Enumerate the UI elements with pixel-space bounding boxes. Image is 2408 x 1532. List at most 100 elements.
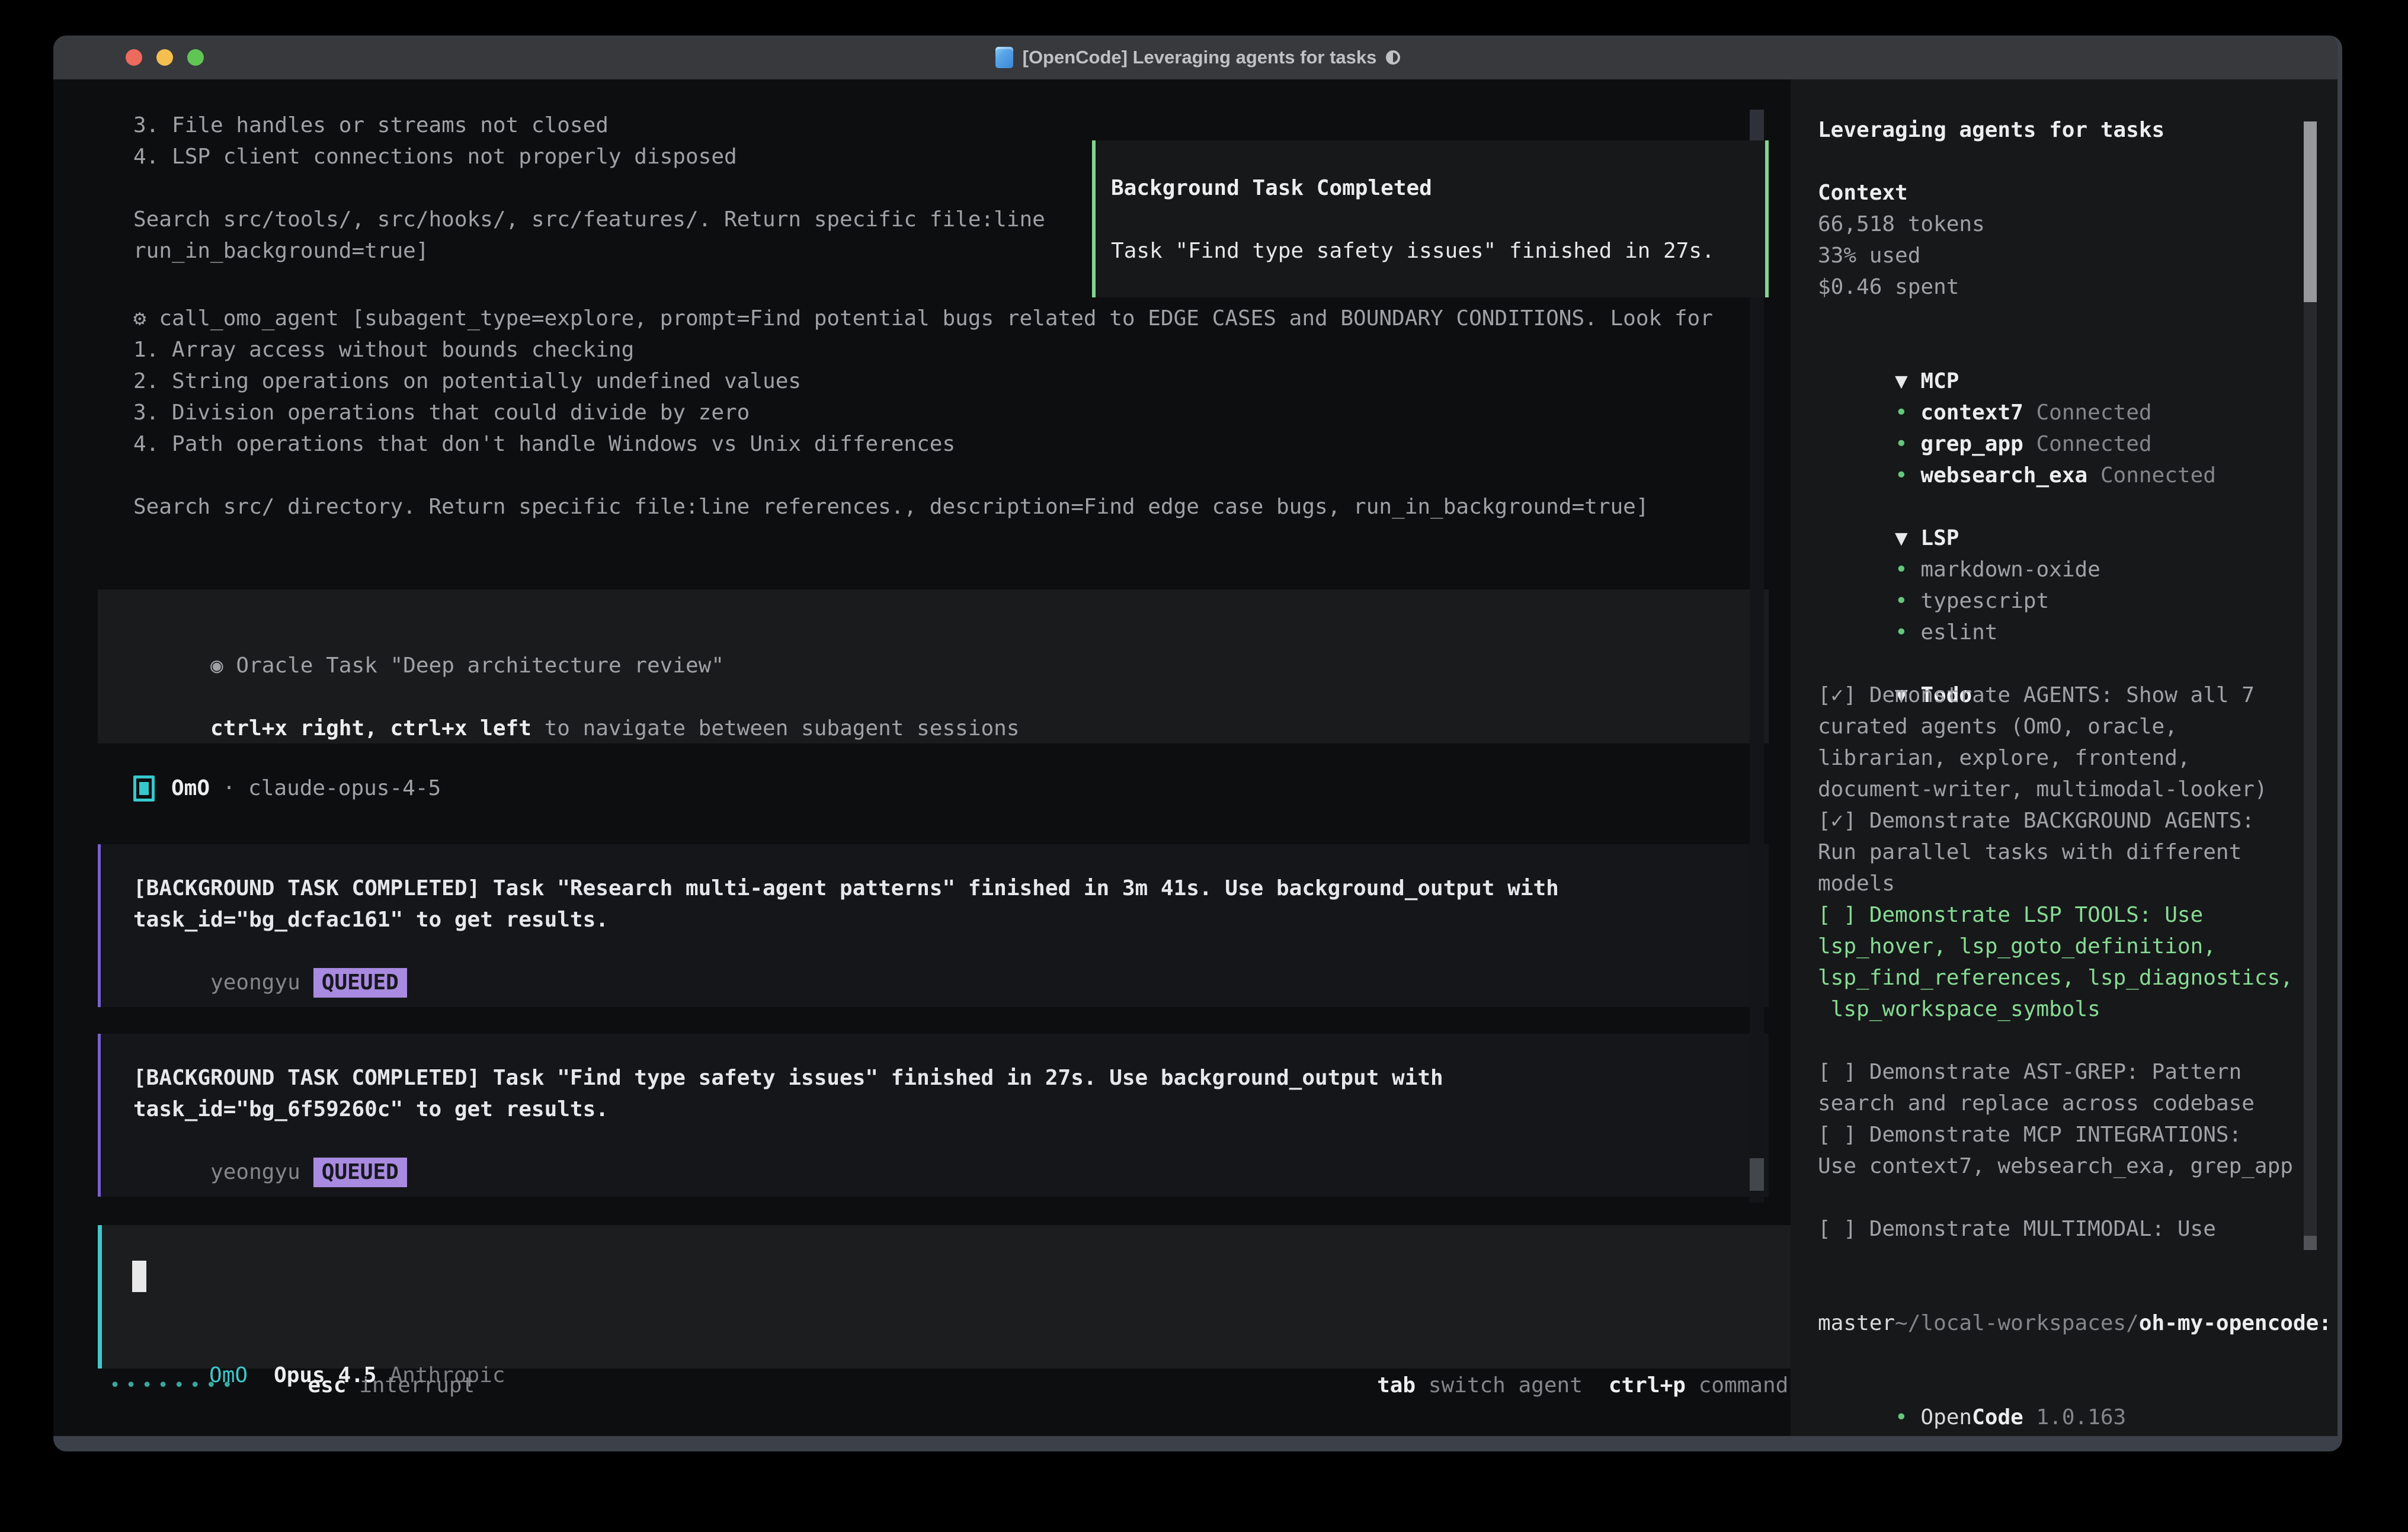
oracle-bullet-icon: ◉ [210, 653, 223, 678]
mcp-heading: MCP [1920, 369, 1959, 393]
tool-call-block: ⚙ call_omo_agent [subagent_type=explore,… [133, 303, 1713, 523]
todo-line: document-writer, multimodal-looker) [1818, 774, 2337, 805]
sidebar-panel: Leveraging agents for tasks Context 66,5… [1791, 79, 2337, 1436]
session-activity-icon [1386, 50, 1400, 65]
mcp-status: Connected [2087, 463, 2216, 488]
commands-key-hint: ctrl+p [1609, 1373, 1686, 1398]
mcp-status: Connected [2023, 400, 2152, 425]
app-version: • OpenCode 1.0.163 [1818, 1370, 2337, 1402]
toast-spacer [1111, 204, 1765, 235]
message-line: [BACKGROUND TASK COMPLETED] Task "Find t… [133, 1062, 1769, 1094]
toast-title: Background Task Completed [1111, 172, 1765, 204]
todo-item-done: [✓] Demonstrate BACKGROUND AGENTS: Run p… [1818, 805, 2337, 899]
zoom-window-button[interactable] [187, 49, 204, 66]
message-author: yeongyu [210, 970, 300, 995]
todo-line: Use context7, websearch_exa, grep_app [1818, 1150, 2337, 1182]
tool-call-line: 4. Path operations that don't handle Win… [133, 428, 1713, 460]
background-task-message: [BACKGROUND TASK COMPLETED] Task "Resear… [98, 844, 1769, 1007]
status-badge: QUEUED [313, 968, 407, 998]
mcp-name: context7 [1920, 400, 2023, 425]
tool-call-line: ⚙ call_omo_agent [subagent_type=explore,… [133, 303, 1713, 334]
oracle-task-title: Oracle Task "Deep architecture review" [223, 653, 724, 678]
todo-line: [ ] Demonstrate AST-GREP: Pattern [1818, 1056, 2337, 1088]
mcp-name: websearch_exa [1920, 463, 2087, 488]
todo-item-pending: [ ] Demonstrate MULTIMODAL: Use [1818, 1213, 2337, 1245]
tab-key-label: switch agent [1416, 1373, 1583, 1398]
todo-line: [ ] Demonstrate LSP TOOLS: Use [1818, 899, 2337, 931]
window-title-group: [OpenCode] Leveraging agents for tasks [995, 47, 1401, 68]
tool-call-line: 2. String operations on potentially unde… [133, 366, 1713, 397]
todo-line: Run parallel tasks with different [1818, 836, 2337, 868]
status-badge: QUEUED [313, 1158, 407, 1187]
folder-icon [995, 47, 1013, 68]
agent-square-icon [133, 775, 155, 802]
chevron-down-icon: ▼ [1895, 369, 1920, 393]
commands-key-label: commands [1686, 1373, 1801, 1398]
todo-line: curated agents (OmO, oracle, [1818, 711, 2337, 742]
toast-body: Task "Find type safety issues" finished … [1111, 235, 1765, 267]
todo-section-header[interactable]: ▼ Todo [1818, 648, 2337, 680]
tool-call-line: Search src/ directory. Return specific f… [133, 491, 1713, 523]
tool-call-line: 3. Division operations that could divide… [133, 397, 1713, 428]
spinner-dots: •••••••• [110, 1375, 238, 1396]
workspace-path: ~/local-workspaces/oh-my-opencode: [1818, 1276, 2337, 1307]
context-tokens: 66,518 tokens [1818, 209, 2337, 240]
lsp-name: eslint [1920, 620, 1997, 645]
lsp-name: typescript [1920, 589, 2049, 613]
sidebar-scrollbar-thumb[interactable] [2304, 121, 2317, 302]
todo-line: [✓] Demonstrate BACKGROUND AGENTS: [1818, 805, 2337, 836]
bullet-icon: • [1895, 432, 1920, 456]
lsp-section-header[interactable]: ▼ LSP [1818, 491, 2337, 523]
bullet-icon: • [1895, 400, 1920, 425]
oracle-task-box: ◉ Oracle Task "Deep architecture review"… [98, 589, 1769, 743]
shortcut-key: ctrl+x left [390, 716, 531, 741]
app-name-a: Open [1920, 1405, 1972, 1430]
shortcut-hint: to navigate between subagent sessions [531, 716, 1020, 741]
bullet-icon: • [1895, 557, 1920, 582]
esc-key-label: interrupt [347, 1373, 475, 1398]
conversation-log-top: 3. File handles or streams not closed 4.… [133, 110, 1045, 267]
log-line: run_in_background=true] [133, 235, 1045, 267]
todo-line: [✓] Demonstrate AGENTS: Show all 7 [1818, 680, 2337, 711]
tab-key-hint: tab [1377, 1373, 1416, 1398]
chevron-down-icon: ▼ [1895, 526, 1920, 550]
app-name-b: Code [1972, 1405, 2023, 1430]
sidebar-scrollbar-track[interactable] [2304, 121, 2317, 1250]
main-scrollbar-segment[interactable] [1750, 1158, 1764, 1191]
prompt-input[interactable]: OmOOpus 4.5Anthropic [98, 1225, 1801, 1368]
lsp-heading: LSP [1920, 526, 1959, 550]
agent-header: OmO · claude-opus-4-5 [133, 773, 441, 804]
titlebar: [OpenCode] Leveraging agents for tasks [53, 36, 2342, 79]
bullet-icon: • [1895, 620, 1920, 645]
log-line: 3. File handles or streams not closed [133, 110, 1045, 141]
tool-call-line: 1. Array access without bounds checking [133, 334, 1713, 366]
app-window: [OpenCode] Leveraging agents for tasks 3… [53, 36, 2342, 1451]
message-line: [BACKGROUND TASK COMPLETED] Task "Resear… [133, 873, 1769, 904]
todo-line: librarian, explore, frontend, [1818, 742, 2337, 774]
mcp-status: Connected [2023, 432, 2152, 456]
status-bar: •••••••• esc interrupt tab switch agent … [110, 1370, 1801, 1401]
todo-line: models [1818, 868, 2337, 899]
close-window-button[interactable] [126, 49, 142, 66]
minimize-window-button[interactable] [156, 49, 173, 66]
log-line: 4. LSP client connections not properly d… [133, 141, 1045, 172]
todo-line: lsp_workspace_symbols [1818, 993, 2337, 1025]
tool-call-line [133, 460, 1713, 491]
bullet-icon: • [1895, 589, 1920, 613]
log-line [133, 172, 1045, 204]
todo-line: [ ] Demonstrate MCP INTEGRATIONS: [1818, 1119, 2337, 1150]
sidebar-scrollbar-segment[interactable] [2304, 1236, 2317, 1250]
input-model-line: OmOOpus 4.5Anthropic [132, 1328, 505, 1360]
background-task-toast[interactable]: Background Task Completed Task "Find typ… [1092, 140, 1769, 297]
todo-item-pending: [ ] Demonstrate MCP INTEGRATIONS: Use co… [1818, 1119, 2337, 1182]
agent-model: · claude-opus-4-5 [210, 773, 441, 804]
bullet-icon: • [1895, 1405, 1920, 1430]
text-cursor [132, 1261, 146, 1292]
todo-line: lsp_find_references, lsp_diagnostics, [1818, 962, 2337, 993]
window-title: [OpenCode] Leveraging agents for tasks [1023, 47, 1377, 68]
mcp-section-header[interactable]: ▼ MCP [1818, 334, 2337, 366]
todo-item-active: [ ] Demonstrate LSP TOOLS: Use lsp_hover… [1818, 899, 2337, 1025]
bullet-icon: • [1895, 463, 1920, 488]
app-version-number: 1.0.163 [2023, 1405, 2126, 1430]
mcp-name: grep_app [1920, 432, 2023, 456]
